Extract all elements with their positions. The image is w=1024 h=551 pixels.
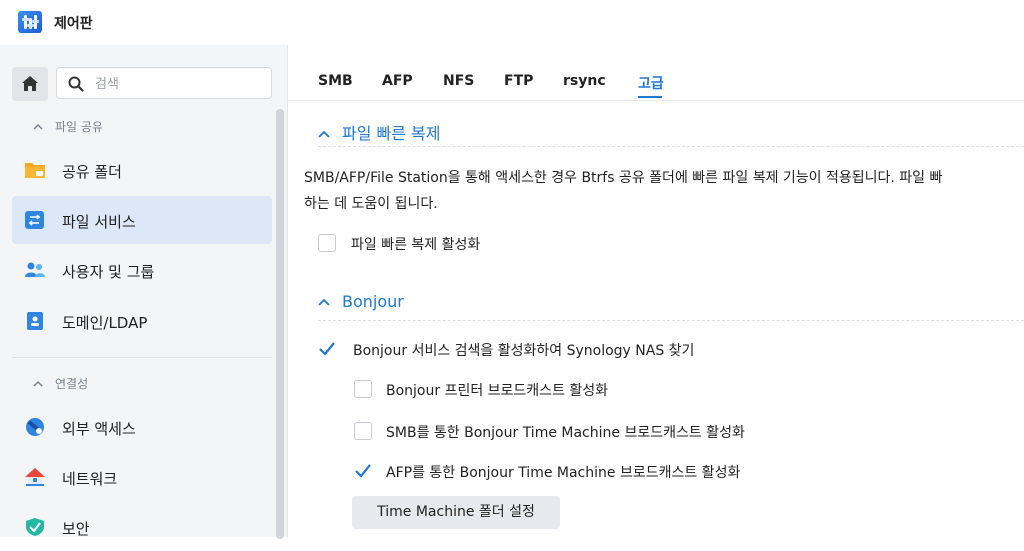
home-icon [22, 76, 38, 91]
chevron-up-icon [318, 124, 330, 143]
chevron-up-icon [33, 377, 43, 391]
tab-advanced[interactable]: 고급 [638, 73, 664, 93]
sidebar-item-external-access[interactable]: 외부 액세스 [12, 403, 272, 451]
tabs-divider [288, 100, 1024, 101]
folder-icon [25, 163, 45, 178]
afp-time-machine-checkbox[interactable] [354, 462, 372, 480]
search-input[interactable] [93, 74, 267, 94]
group-divider [318, 320, 1024, 321]
section-heading-file-sharing[interactable]: 파일 공유 [33, 118, 103, 135]
smb-time-machine-checkbox[interactable] [354, 422, 372, 440]
fast-clone-description-line2: 하는 데 도움이 됩니다. [304, 196, 438, 212]
domain-icon [27, 312, 43, 330]
group-header-fast-clone[interactable]: 파일 빠른 복제 [318, 120, 441, 144]
tab-afp[interactable]: AFP [382, 73, 413, 89]
sidebar-item-file-services[interactable]: 파일 서비스 [12, 196, 272, 244]
users-icon [25, 262, 45, 277]
active-tab-indicator [638, 96, 662, 98]
chevron-up-icon [318, 292, 330, 311]
sidebar-item-network[interactable]: 네트워크 [12, 453, 272, 501]
sidebar-scrollbar[interactable] [276, 109, 284, 539]
time-machine-folder-settings-button[interactable]: Time Machine 폴더 설정 [352, 496, 560, 529]
fast-clone-checkbox[interactable] [318, 234, 336, 252]
sidebar-item-users-groups[interactable]: 사용자 및 그룹 [12, 246, 272, 294]
sidebar-item-domain-ldap[interactable]: 도메인/LDAP [12, 297, 272, 345]
sidebar-item-security[interactable]: 보안 [12, 503, 272, 551]
tab-nfs[interactable]: NFS [443, 73, 474, 89]
sidebar-divider [12, 357, 272, 358]
external-access-icon [26, 418, 44, 436]
fast-clone-description-line1: SMB/AFP/File Station을 통해 액세스한 경우 Btrfs 공… [304, 170, 943, 186]
group-header-bonjour[interactable]: Bonjour [318, 292, 404, 311]
tab-smb[interactable]: SMB [318, 73, 353, 89]
shield-icon [26, 518, 44, 536]
tab-ftp[interactable]: FTP [504, 73, 533, 89]
checkmark-icon [319, 342, 335, 356]
search-icon [68, 76, 84, 92]
bonjour-printer-checkbox[interactable] [354, 380, 372, 398]
search-box[interactable] [56, 67, 272, 99]
app-title: 제어판 [54, 16, 93, 32]
control-panel-icon [18, 11, 42, 33]
bonjour-discovery-checkbox[interactable] [318, 340, 336, 358]
home-button[interactable] [12, 67, 48, 101]
tab-rsync[interactable]: rsync [563, 73, 606, 89]
section-heading-connectivity[interactable]: 연결성 [33, 375, 88, 392]
sidebar-item-shared-folder[interactable]: 공유 폴더 [12, 146, 272, 194]
checkmark-icon [355, 464, 371, 478]
group-divider [318, 146, 1024, 147]
file-services-icon [25, 211, 44, 229]
sidebar: 파일 공유 공유 폴더 파일 서비스 사용자 및 그룹 [0, 45, 288, 539]
network-icon [25, 468, 45, 486]
title-bar: 제어판 [0, 0, 1024, 45]
chevron-up-icon [33, 120, 43, 134]
